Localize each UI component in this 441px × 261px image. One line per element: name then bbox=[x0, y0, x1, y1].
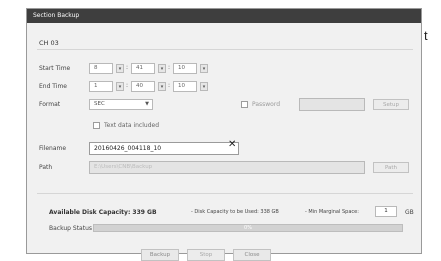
end-minute-spin[interactable]: ▾ bbox=[158, 82, 166, 91]
start-hour-spin[interactable]: ▾ bbox=[116, 64, 124, 73]
start-second-spin[interactable]: ▾ bbox=[200, 64, 208, 73]
end-hour-input[interactable]: 1 bbox=[89, 81, 113, 92]
section-backup-dialog: Section Backup CH 03 Start Time 8 ▾ : 41… bbox=[26, 8, 422, 261]
text-data-label: Text data included bbox=[104, 122, 160, 129]
marginal-space-input[interactable]: 1 bbox=[375, 206, 397, 217]
end-hour-spin[interactable]: ▾ bbox=[116, 82, 124, 91]
password-label: Password bbox=[252, 101, 281, 108]
end-time-label: End Time bbox=[39, 83, 67, 90]
path-input[interactable]: E:\Users\CNB\Backup bbox=[89, 161, 365, 174]
password-checkbox[interactable] bbox=[241, 101, 248, 108]
min-marginal-label: - Min Marginal Space: bbox=[305, 209, 359, 215]
end-minute-input[interactable]: 40 bbox=[131, 81, 155, 92]
backup-progress-bar: 0% bbox=[93, 224, 403, 232]
marginal-unit: GB bbox=[405, 209, 414, 216]
divider bbox=[37, 49, 413, 50]
password-input[interactable] bbox=[299, 98, 365, 111]
setup-button[interactable]: Setup bbox=[373, 99, 409, 110]
filename-input[interactable]: 20160426_004118_10 bbox=[89, 142, 239, 155]
time-separator: : bbox=[126, 82, 129, 89]
path-button[interactable]: Path bbox=[373, 162, 409, 173]
end-second-spin[interactable]: ▾ bbox=[200, 82, 208, 91]
divider bbox=[37, 193, 413, 194]
start-hour-input[interactable]: 8 bbox=[89, 63, 113, 74]
filename-label: Filename bbox=[39, 145, 67, 152]
text-data-checkbox[interactable] bbox=[93, 122, 100, 129]
stop-button[interactable]: Stop bbox=[187, 249, 225, 261]
dialog-title: Section Backup bbox=[27, 9, 421, 23]
channel-label: CH 03 bbox=[39, 39, 59, 47]
clear-icon[interactable]: ✕ bbox=[228, 139, 236, 150]
disk-needed-label: - Disk Capacity to be Used: 338 GB bbox=[191, 209, 279, 215]
end-second-input[interactable]: 10 bbox=[173, 81, 197, 92]
chevron-down-icon: ▼ bbox=[145, 101, 149, 107]
start-minute-spin[interactable]: ▾ bbox=[158, 64, 166, 73]
start-time-label: Start Time bbox=[39, 65, 71, 72]
format-label: Format bbox=[39, 101, 61, 108]
available-disk-label: Available Disk Capacity: 339 GB bbox=[49, 209, 157, 216]
time-separator: : bbox=[168, 64, 171, 71]
path-label: Path bbox=[39, 164, 53, 171]
backup-button[interactable]: Backup bbox=[141, 249, 179, 261]
background-text: t bbox=[424, 28, 428, 43]
backup-status-label: Backup Status bbox=[49, 225, 93, 232]
close-button[interactable]: Close bbox=[233, 249, 271, 261]
start-minute-input[interactable]: 41 bbox=[131, 63, 155, 74]
time-separator: : bbox=[126, 64, 129, 71]
progress-percent: 0% bbox=[244, 225, 252, 231]
start-second-input[interactable]: 10 bbox=[173, 63, 197, 74]
time-separator: : bbox=[168, 82, 171, 89]
